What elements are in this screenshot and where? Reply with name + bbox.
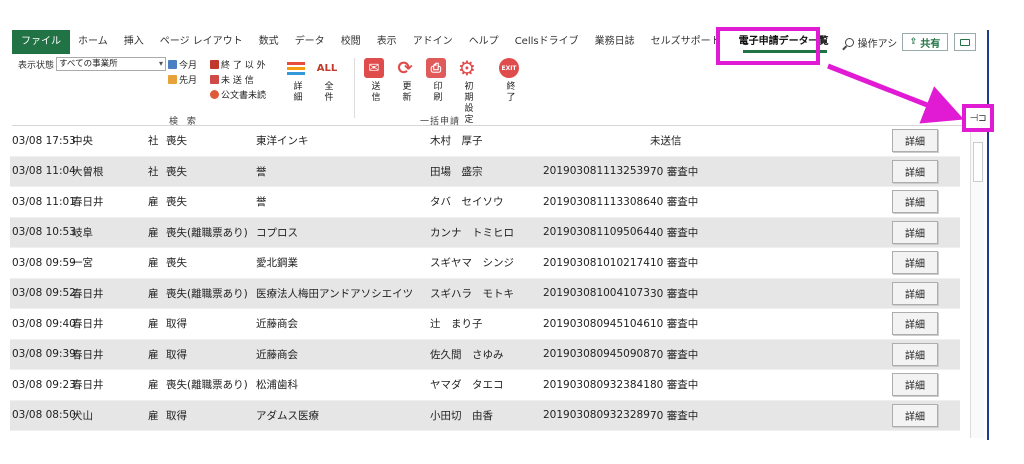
excel-window: ファイル ホーム 挿入 ページ レイアウト 数式 データ 校閲 表示 アドイン … — [0, 0, 1024, 464]
annotation-arrow — [827, 63, 964, 124]
